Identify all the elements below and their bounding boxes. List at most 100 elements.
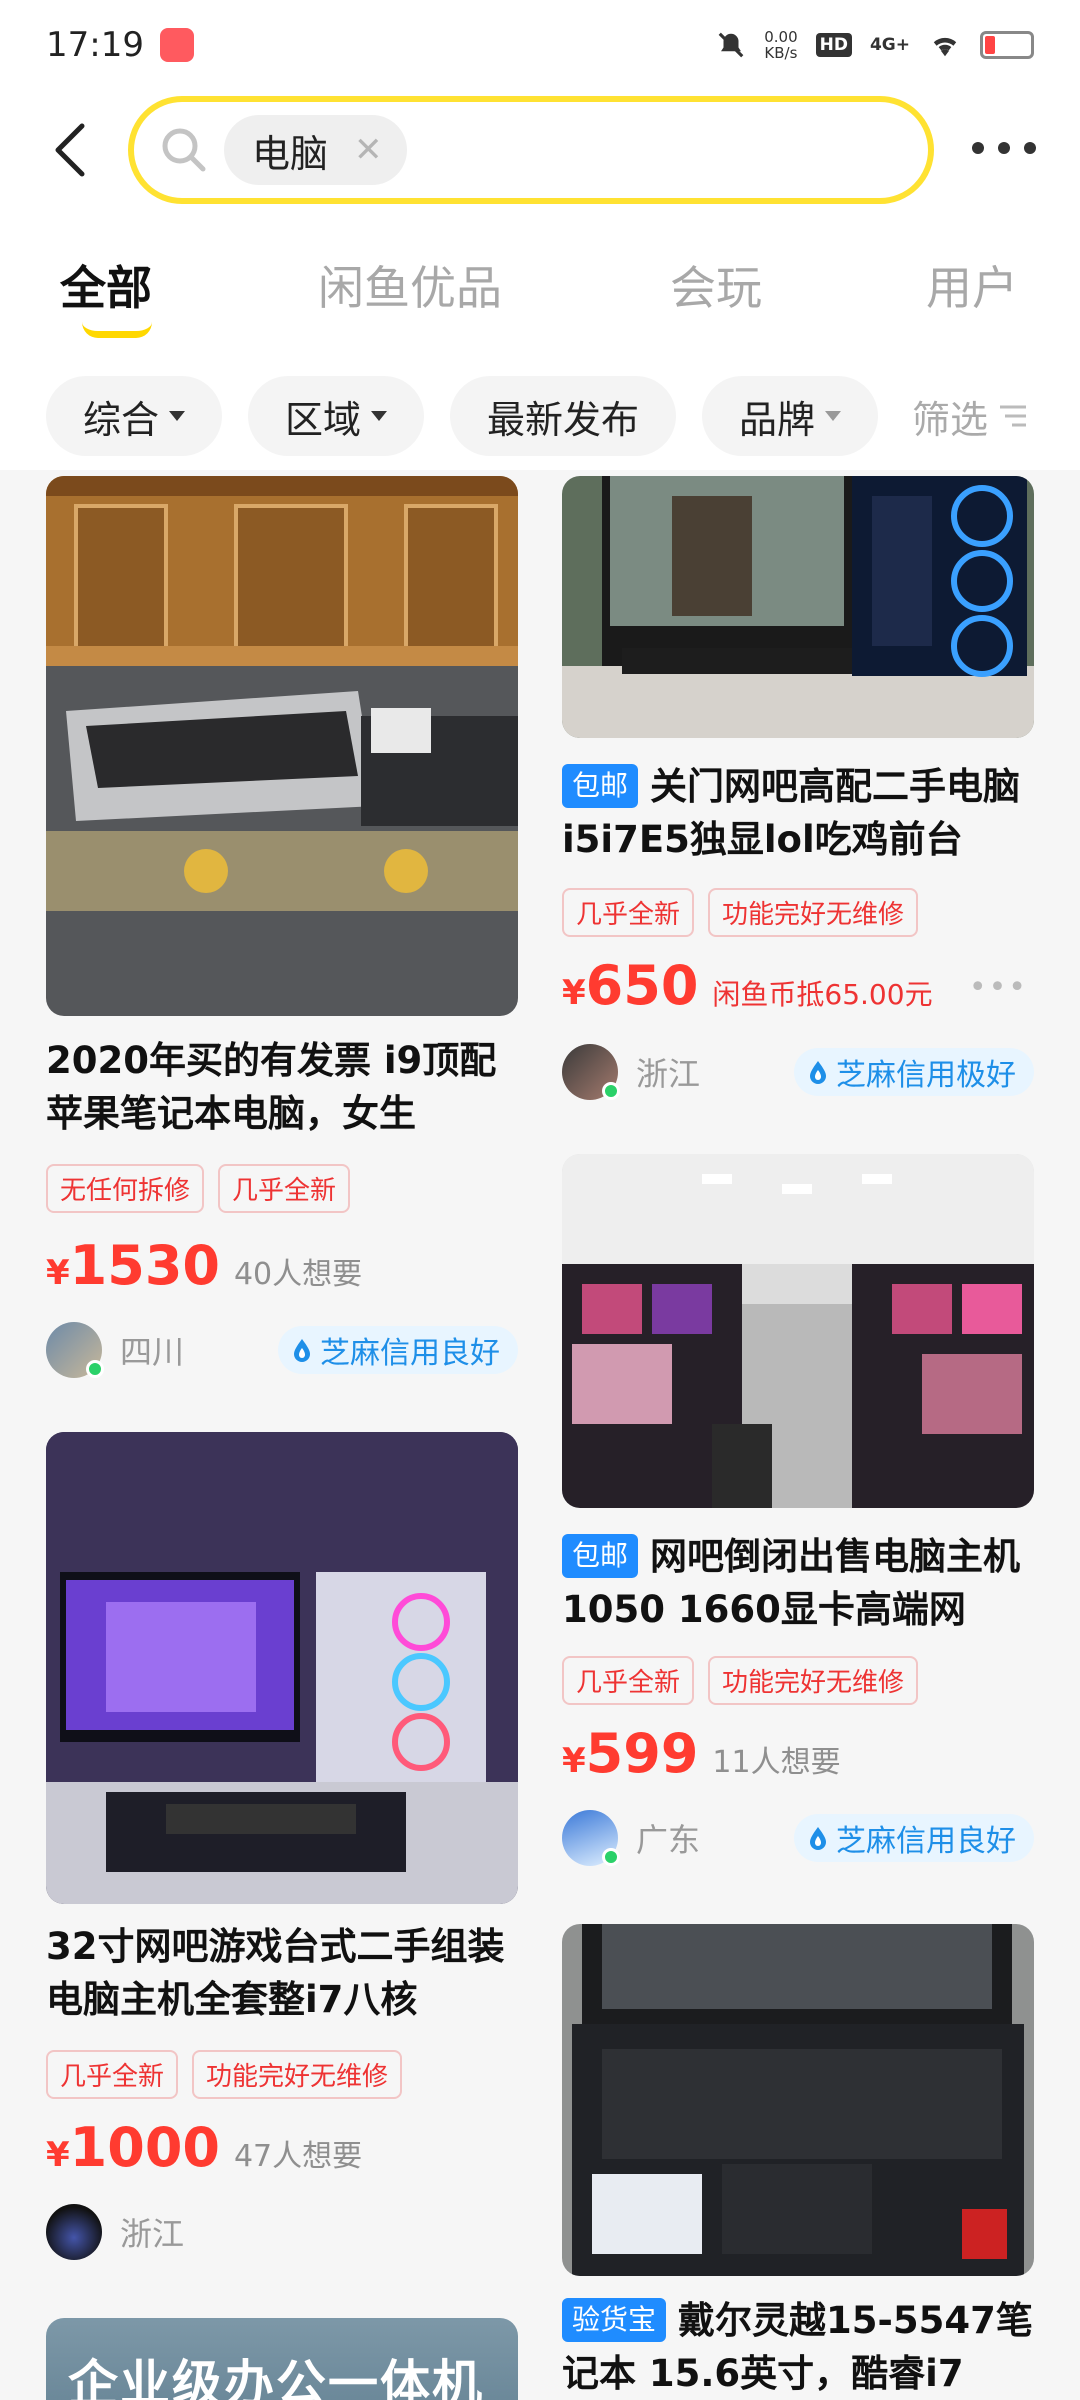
seller-row: 四川 芝麻信用良好 xyxy=(46,1320,518,1380)
product-tags: 几乎全新 功能完好无维修 xyxy=(562,888,919,937)
credit-text: 芝麻信用良好 xyxy=(836,1824,1016,1859)
product-title: 包邮 关门网吧高配二手电脑i5i7E5独显lol吃鸡前台 xyxy=(562,760,1034,866)
filter-icon xyxy=(1000,405,1027,427)
chevron-down-icon xyxy=(169,411,185,421)
filter-bar: 综合 区域 最新发布 品牌 筛选 xyxy=(0,360,1080,470)
currency-symbol: ¥ xyxy=(562,973,586,1013)
product-tags: 无任何拆修 几乎全新 xyxy=(46,1164,351,1213)
product-title: 包邮 网吧倒闭出售电脑主机1050 1660显卡高端网 xyxy=(562,1530,1034,1636)
category-tabs: 全部 闲鱼优品 会玩 用户 xyxy=(0,210,1080,360)
product-title: 2020年买的有发票 i9顶配苹果笔记本电脑，女生 xyxy=(46,1034,518,1140)
product-tags: 几乎全新 功能完好无维修 xyxy=(562,1656,919,1705)
filter-more-label: 筛选 xyxy=(912,397,989,442)
currency-symbol: ¥ xyxy=(46,1253,70,1293)
filter-sort[interactable]: 综合 xyxy=(46,376,222,456)
chevron-down-icon xyxy=(825,411,841,421)
product-image xyxy=(46,476,518,1016)
chevron-down-icon xyxy=(371,411,387,421)
product-image xyxy=(562,1924,1034,2276)
status-bar: 17:19 0.00 KB/s HD 4G+ xyxy=(0,0,1080,90)
product-image: 企业级办公一体机 xyxy=(46,2318,518,2400)
seller-location: 广东 xyxy=(636,1821,701,1859)
price-row: ¥ 650 闲鱼币抵65.00元 xyxy=(562,954,933,1017)
filter-region[interactable]: 区域 xyxy=(248,376,424,456)
seller-location: 浙江 xyxy=(120,2215,185,2253)
clear-icon[interactable]: ✕ xyxy=(354,130,383,170)
net-speed: 0.00 KB/s xyxy=(764,29,797,61)
search-header: 电脑 ✕ xyxy=(0,90,1080,210)
price-value: 1530 xyxy=(69,1234,220,1297)
price-value: 599 xyxy=(585,1722,699,1785)
filter-more[interactable]: 筛选 xyxy=(912,376,1028,456)
product-image xyxy=(562,476,1034,738)
tag: 几乎全新 xyxy=(218,1164,351,1213)
search-box[interactable]: 电脑 ✕ xyxy=(128,96,934,204)
product-title: 32寸网吧游戏台式二手组装电脑主机全套整i7八核 xyxy=(46,1920,518,2026)
more-options-icon[interactable] xyxy=(972,130,1036,166)
inspection-badge: 验货宝 xyxy=(562,2298,667,2342)
coin-discount: 闲鱼币抵65.00元 xyxy=(712,978,933,1011)
back-arrow-icon[interactable] xyxy=(44,120,104,180)
tab-users[interactable]: 用户 xyxy=(926,252,1018,318)
avatar[interactable] xyxy=(46,1322,104,1378)
product-tags: 几乎全新 功能完好无维修 xyxy=(46,2050,403,2099)
credit-text: 芝麻信用极好 xyxy=(836,1058,1016,1093)
tab-xianyu-youpin[interactable]: 闲鱼优品 xyxy=(318,252,502,318)
filter-brand-label: 品牌 xyxy=(738,397,815,442)
hd-icon: HD xyxy=(815,33,852,57)
avatar[interactable] xyxy=(46,2204,102,2260)
tag: 无任何拆修 xyxy=(46,1164,205,1213)
tag: 几乎全新 xyxy=(562,1656,695,1705)
sesame-credit-icon xyxy=(810,1827,826,1850)
credit-badge: 芝麻信用良好 xyxy=(278,1326,518,1374)
online-dot-icon xyxy=(602,1848,620,1866)
filter-newest[interactable]: 最新发布 xyxy=(450,376,676,456)
filter-newest-label: 最新发布 xyxy=(486,397,639,442)
product-title-text: 32寸网吧游戏台式二手组装电脑主机全套整i7八核 xyxy=(46,1925,505,2021)
tag: 几乎全新 xyxy=(562,888,695,937)
want-count: 40人想要 xyxy=(233,1257,363,1292)
price-value: 650 xyxy=(585,954,699,1017)
online-dot-icon xyxy=(86,1360,104,1378)
free-shipping-badge: 包邮 xyxy=(562,764,639,808)
product-image xyxy=(46,1432,518,1904)
tab-all[interactable]: 全部 xyxy=(60,252,152,318)
tab-huiwan[interactable]: 会玩 xyxy=(670,252,762,318)
tag: 功能完好无维修 xyxy=(708,1656,919,1705)
filter-sort-label: 综合 xyxy=(82,397,159,442)
tag: 功能完好无维修 xyxy=(192,2050,403,2099)
sesame-credit-icon xyxy=(294,1339,310,1362)
price-value: 1000 xyxy=(69,2116,220,2179)
seller-location: 浙江 xyxy=(636,1055,701,1093)
sesame-credit-icon xyxy=(810,1061,826,1084)
battery-icon xyxy=(980,31,1034,59)
search-query-text: 电脑 xyxy=(252,131,329,176)
avatar[interactable] xyxy=(562,1044,620,1100)
seller-location: 四川 xyxy=(120,1333,185,1371)
want-count: 47人想要 xyxy=(233,2139,363,2174)
credit-badge: 芝麻信用良好 xyxy=(794,1814,1034,1862)
seller-row: 广东 芝麻信用良好 xyxy=(562,1808,1034,1868)
currency-symbol: ¥ xyxy=(46,2135,70,2175)
seller-row: 浙江 xyxy=(46,2202,518,2262)
active-tab-indicator xyxy=(82,322,152,338)
status-time: 17:19 xyxy=(46,25,144,65)
app-screen: 17:19 0.00 KB/s HD 4G+ 电脑 ✕ 全部 闲鱼优品 会玩 用户 xyxy=(0,0,1080,2400)
mute-bell-icon xyxy=(718,32,744,58)
filter-region-label: 区域 xyxy=(284,397,361,442)
status-icons: 0.00 KB/s HD 4G+ xyxy=(716,29,1034,61)
credit-text: 芝麻信用良好 xyxy=(320,1336,500,1371)
search-query-chip[interactable]: 电脑 ✕ xyxy=(224,115,407,185)
online-dot-icon xyxy=(602,1082,620,1100)
price-row: ¥ 1000 47人想要 xyxy=(46,2116,362,2179)
tag: 几乎全新 xyxy=(46,2050,179,2099)
filter-brand[interactable]: 品牌 xyxy=(702,376,878,456)
avatar[interactable] xyxy=(562,1810,620,1866)
credit-badge: 芝麻信用极好 xyxy=(794,1048,1034,1096)
seller-row: 浙江 芝麻信用极好 xyxy=(562,1042,1034,1102)
image-banner-text: 企业级办公一体机 xyxy=(68,2355,484,2400)
item-more-icon[interactable]: ••• xyxy=(969,970,1028,1005)
product-title-text: 2020年买的有发票 i9顶配苹果笔记本电脑，女生 xyxy=(46,1039,497,1135)
search-icon xyxy=(162,128,206,172)
want-count: 11人想要 xyxy=(712,1745,841,1780)
